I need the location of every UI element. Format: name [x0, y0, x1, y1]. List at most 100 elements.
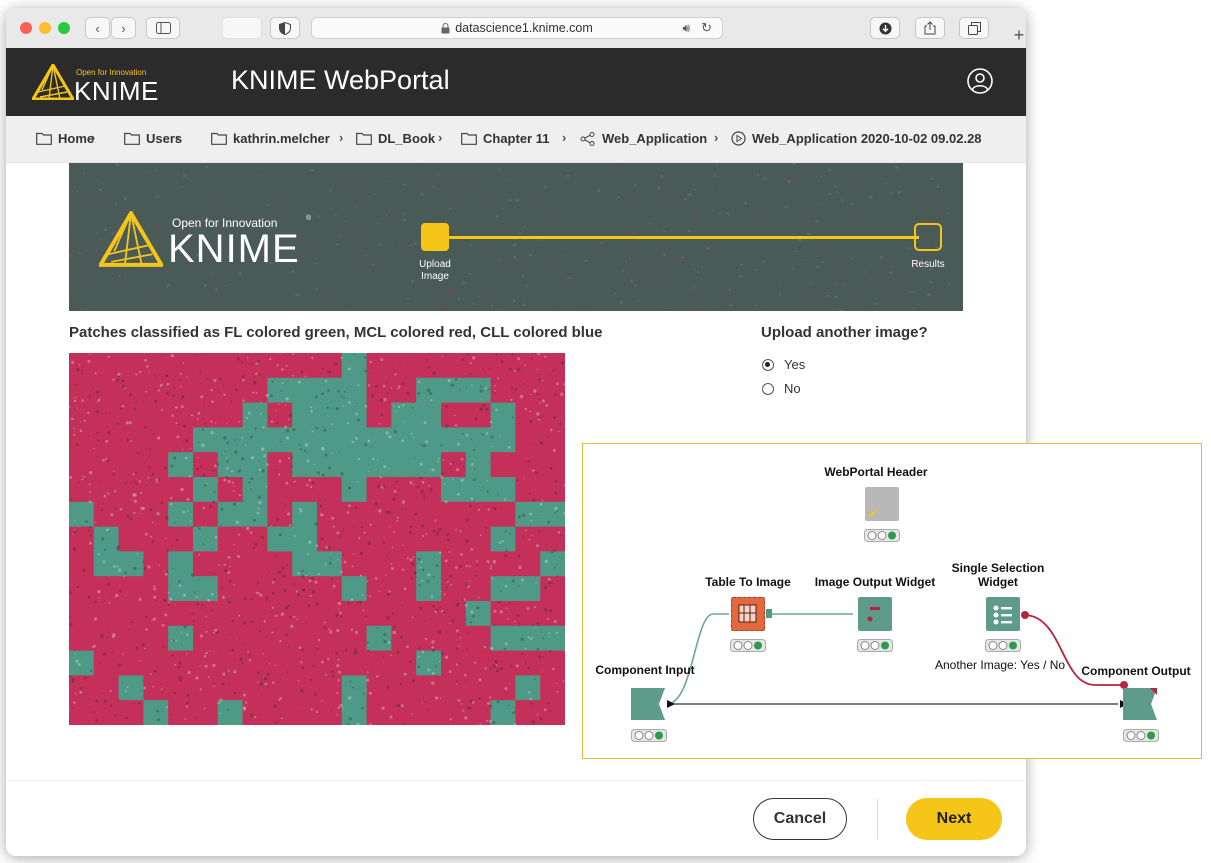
- workflow-inset: WebPortal Header Table To Image Image Ou…: [582, 443, 1202, 759]
- workflow-icon: [580, 131, 595, 146]
- knime-logo-icon[interactable]: [32, 64, 74, 100]
- single-selection-widget-node[interactable]: [986, 597, 1020, 631]
- url-text: datascience1.knime.com: [455, 21, 593, 35]
- image-patch: [465, 353, 492, 379]
- next-button[interactable]: Next: [906, 798, 1002, 840]
- table-to-image-out-port[interactable]: [766, 609, 772, 618]
- image-patch: [416, 526, 442, 552]
- breadcrumb-item[interactable]: kathrin.melcher: [211, 131, 330, 146]
- image-patch: [416, 650, 442, 676]
- image-patch: [540, 675, 565, 701]
- image-patch: [416, 402, 442, 428]
- webportal-header-node[interactable]: [865, 487, 899, 521]
- image-patch: [416, 625, 442, 652]
- image-patch: [341, 650, 368, 676]
- image-patch: [515, 477, 541, 503]
- privacy-button[interactable]: [270, 17, 300, 39]
- image-patch: [540, 650, 565, 676]
- image-patch: [193, 576, 219, 602]
- image-patch: [267, 576, 293, 602]
- image-output-widget-node[interactable]: [858, 597, 892, 631]
- image-patch: [341, 551, 368, 577]
- image-patch: [465, 377, 492, 404]
- breadcrumb-item[interactable]: Users: [124, 131, 182, 146]
- image-patch: [242, 576, 268, 602]
- radio-yes-indicator[interactable]: [762, 358, 774, 371]
- image-patch: [540, 700, 565, 725]
- image-patch: [267, 402, 293, 428]
- image-patch: [441, 625, 467, 652]
- image-patch: [118, 452, 144, 478]
- breadcrumb-item[interactable]: DL_Book: [356, 131, 435, 146]
- image-patch: [416, 427, 442, 453]
- cancel-button[interactable]: Cancel: [753, 798, 847, 840]
- close-window-button[interactable]: [20, 22, 32, 34]
- table-to-image-node[interactable]: [731, 597, 765, 631]
- share-icon: [924, 21, 936, 35]
- image-patch: [292, 427, 318, 453]
- zoom-window-button[interactable]: [58, 22, 70, 34]
- node-label-table-to-image: Table To Image: [705, 575, 791, 589]
- image-patch: [242, 625, 268, 652]
- image-patch: [366, 625, 392, 652]
- image-patch: [267, 625, 293, 652]
- image-patch: [168, 576, 194, 602]
- node-status-traffic-light: [730, 639, 766, 652]
- new-tab-button[interactable]: +: [1009, 24, 1026, 46]
- sidebar-button[interactable]: [146, 17, 180, 39]
- image-patch: [242, 650, 268, 676]
- user-account-icon[interactable]: [967, 68, 993, 94]
- image-patch: [366, 601, 392, 627]
- image-patch: [490, 526, 516, 552]
- breadcrumb: Home Users kathrin.melcher DL_Book Chapter 1…: [6, 116, 1026, 163]
- image-patch: [317, 402, 343, 428]
- chevron-left-icon: ‹: [95, 20, 100, 36]
- shield-icon: [279, 21, 291, 35]
- node-status-traffic-light: [857, 639, 893, 652]
- image-patch: [69, 551, 95, 577]
- reload-icon[interactable]: ↻: [701, 20, 712, 36]
- step-results-marker[interactable]: [914, 223, 942, 251]
- image-patch: [317, 576, 343, 602]
- speaker-icon[interactable]: 🔊︎: [682, 21, 690, 36]
- image-patch: [193, 700, 219, 725]
- tab-overview-left-button[interactable]: [222, 17, 262, 39]
- image-patch: [93, 576, 120, 602]
- radio-yes[interactable]: Yes: [762, 357, 805, 372]
- portal-header: Open for Innovation KNIME KNIME WebPorta…: [6, 48, 1026, 116]
- radio-no-indicator[interactable]: [762, 382, 774, 395]
- image-patch: [441, 501, 467, 528]
- image-patch: [168, 501, 194, 528]
- tabs-overview-button[interactable]: [959, 17, 989, 39]
- folder-icon: [461, 132, 477, 145]
- folder-icon: [36, 132, 52, 145]
- share-button[interactable]: [915, 17, 945, 39]
- breadcrumb-item[interactable]: Home: [36, 131, 94, 146]
- downloads-button[interactable]: [870, 17, 900, 39]
- address-bar[interactable]: datascience1.knime.com 🔊︎ ↻: [311, 17, 723, 39]
- step-upload-marker[interactable]: [421, 223, 449, 251]
- minimize-window-button[interactable]: [39, 22, 51, 34]
- lock-icon: [441, 22, 450, 33]
- breadcrumb-item[interactable]: Chapter 11: [461, 131, 549, 146]
- page-title: KNIME WebPortal: [231, 65, 450, 95]
- image-patch: [366, 650, 392, 676]
- image-patch: [366, 526, 392, 552]
- component-input-node[interactable]: [631, 686, 667, 722]
- component-output-node[interactable]: [1123, 686, 1159, 722]
- image-patch: [168, 625, 194, 652]
- image-patch: [93, 501, 120, 528]
- breadcrumb-item[interactable]: Web_Application: [580, 131, 707, 146]
- image-patch: [69, 700, 95, 725]
- image-patch: [490, 601, 516, 627]
- folder-icon: [356, 132, 372, 145]
- forward-button[interactable]: ›: [111, 17, 136, 39]
- image-patch: [168, 601, 194, 627]
- image-patch: [217, 700, 244, 725]
- breadcrumb-item[interactable]: Web_Application 2020-10-02 09.02.28: [731, 131, 982, 146]
- back-button[interactable]: ‹: [85, 17, 110, 39]
- radio-yes-label: Yes: [784, 357, 806, 372]
- image-patch: [540, 427, 565, 453]
- breadcrumb-label: Web_Application: [602, 131, 708, 146]
- radio-no[interactable]: No: [762, 381, 801, 396]
